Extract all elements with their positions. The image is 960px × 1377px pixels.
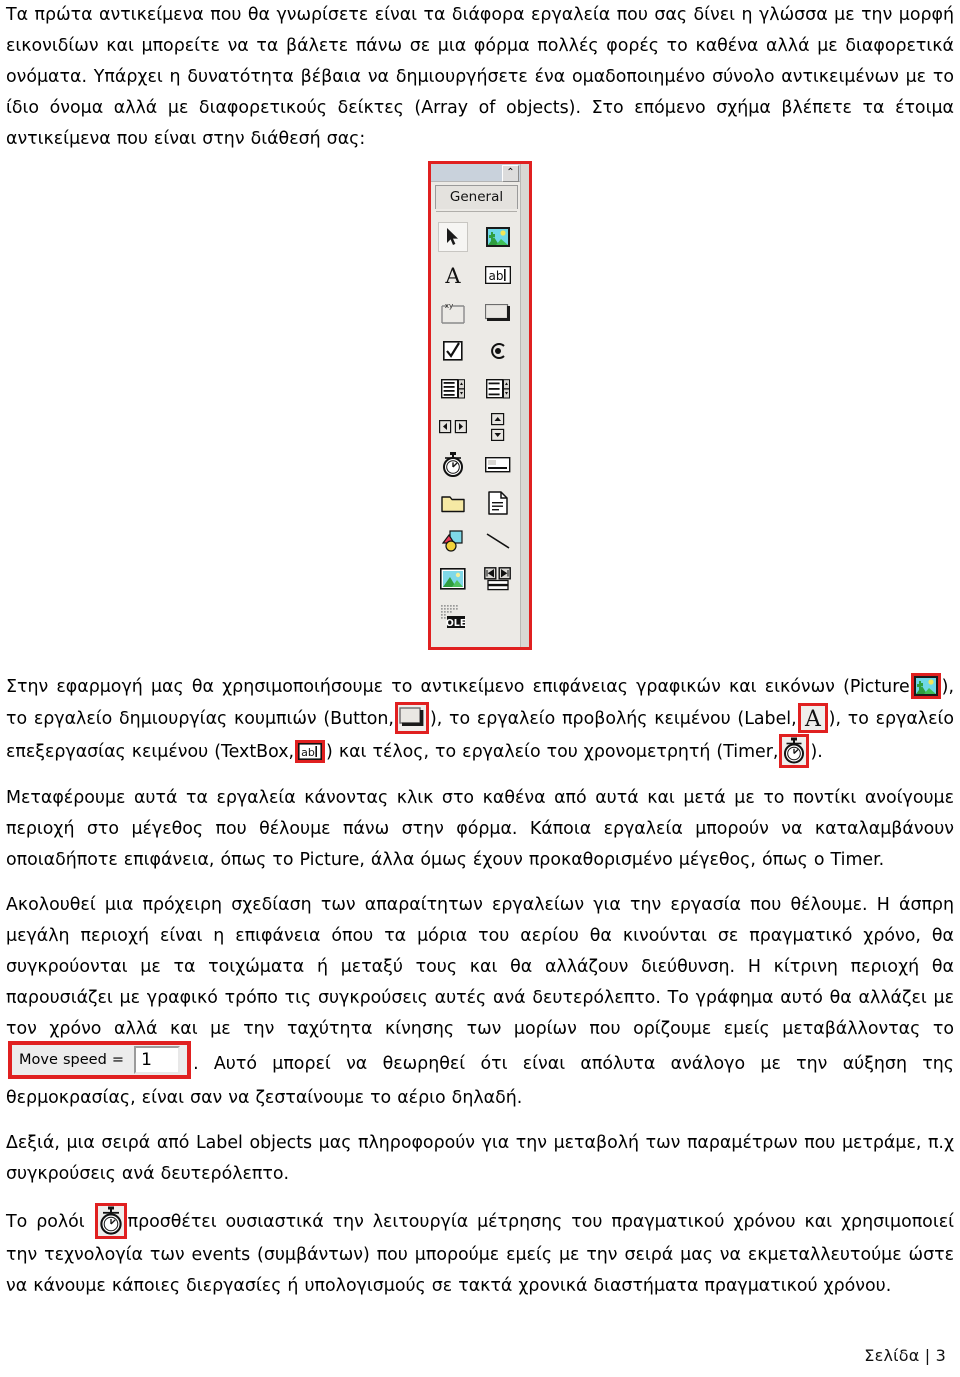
move-speed-value[interactable]: 1 [134,1046,181,1074]
hscrollbar-icon [439,420,468,434]
tool-image[interactable] [439,565,467,593]
inline-button-icon [394,702,429,734]
tools-text-a: Στην εφαρμογή μας θα χρησιμοποιήσουμε το… [6,677,910,697]
inline-picture-icon [910,673,941,699]
tool-ole[interactable]: OLE [439,603,467,631]
tool-listbox[interactable] [484,375,512,403]
clock-text-a: Το ρολόι [6,1212,85,1232]
toolbox-tool-grid: A ab xy OLE [431,216,520,647]
tool-hscrollbar[interactable] [439,413,468,441]
tool-drive-listbox[interactable] [484,451,512,479]
paragraph-transfer: Μεταφέρουμε αυτά τα εργαλεία κάνοντας κλ… [6,788,954,870]
svg-text:ab: ab [488,269,503,283]
drive-listbox-icon [484,457,511,473]
svg-text:A: A [445,264,462,286]
tool-timer[interactable] [439,451,467,479]
shape-icon [442,530,463,552]
paragraph-sketch: Ακολουθεί μια πρόχειρη σχεδίαση των απαρ… [6,890,954,1114]
tool-option-button[interactable] [484,337,512,365]
document-icon [488,491,508,515]
tools-text-e: ) και τέλος, το εργαλείο του χρονομετρητ… [326,742,779,762]
button-icon [484,304,510,321]
tool-textbox[interactable]: ab [484,261,512,289]
tool-file-listbox[interactable] [484,489,512,517]
inline-timer-icon [779,734,810,768]
tool-shape[interactable] [439,527,467,555]
inline-textbox-icon: ab [295,739,326,763]
move-speed-label: Move speed = [19,1051,125,1068]
checkbox-icon [443,341,463,361]
toolbox-tab-general[interactable]: General [435,185,518,209]
paragraph-labels-info: Δεξιά, μια σειρά από Label objects μας π… [6,1133,954,1184]
tools-text-f: ). [810,742,823,762]
tool-vscrollbar[interactable] [484,413,512,441]
ole-icon: OLE [441,605,466,629]
tools-text-c: ), το εργαλείο προβολής κειμένου (Label, [429,709,797,729]
ole-caption: OLE [446,618,466,629]
svg-text:xy: xy [445,302,453,310]
toolbox-figure: ⌃ General A ab xy OLE [6,161,954,650]
svg-text:A: A [804,707,822,730]
toolbox-divider [436,211,517,212]
paragraph-clock: Το ρολόι προσθέτει ουσιαστικά την λειτου… [6,1203,954,1302]
inline-clock-icon [94,1203,127,1239]
document-page: Τα πρώτα αντικείμενα που θα γνωρίσετε εί… [0,0,960,1377]
combobox-icon [441,379,466,399]
tool-empty-slot [484,603,512,631]
picture-icon [485,227,510,247]
data-control-icon [483,567,511,591]
image-icon [440,568,466,590]
clock-text-b: προσθέτει ουσιαστικά την λειτουργία μέτρ… [6,1212,954,1296]
toolbox-inner: ⌃ General A ab xy OLE [431,164,529,647]
pointer-icon [447,228,459,245]
tool-pointer[interactable] [438,222,469,252]
toolbox-scrollbar[interactable] [520,164,529,647]
line-icon [486,533,510,549]
vscrollbar-icon [490,413,504,441]
tool-picture[interactable] [484,223,512,251]
tool-button[interactable] [484,299,512,327]
radio-icon [490,343,505,359]
move-speed-widget[interactable]: Move speed = 1 [8,1041,192,1079]
frame-icon: xy [441,302,465,324]
paragraph-intro: Τα πρώτα αντικείμενα που θα γνωρίσετε εί… [6,5,954,149]
tool-label[interactable]: A [439,261,467,289]
toolbox-titlebar: ⌃ [431,164,520,182]
folder-icon [441,496,465,513]
stopwatch-icon [443,452,464,477]
collapse-icon[interactable]: ⌃ [502,165,519,182]
tool-dir-listbox[interactable] [439,489,467,517]
svg-text:ab: ab [301,746,315,759]
paragraph-tools-listing: Στην εφαρμογή μας θα χρησιμοποιήσουμε το… [6,672,954,769]
tool-checkbox[interactable] [439,337,467,365]
tool-frame[interactable]: xy [439,299,467,327]
tool-data[interactable] [483,565,512,593]
page-footer: Σελίδα | 3 [864,1346,946,1365]
inline-label-icon: A [797,703,828,733]
label-a-icon: A [445,264,462,286]
tool-combobox[interactable] [439,375,467,403]
vb-toolbox-panel[interactable]: ⌃ General A ab xy OLE [428,161,532,650]
listbox-icon [485,379,510,399]
tool-line[interactable] [484,527,512,555]
sketch-text-a: Ακολουθεί μια πρόχειρη σχεδίαση των απαρ… [6,895,954,1039]
textbox-icon: ab [484,266,511,284]
